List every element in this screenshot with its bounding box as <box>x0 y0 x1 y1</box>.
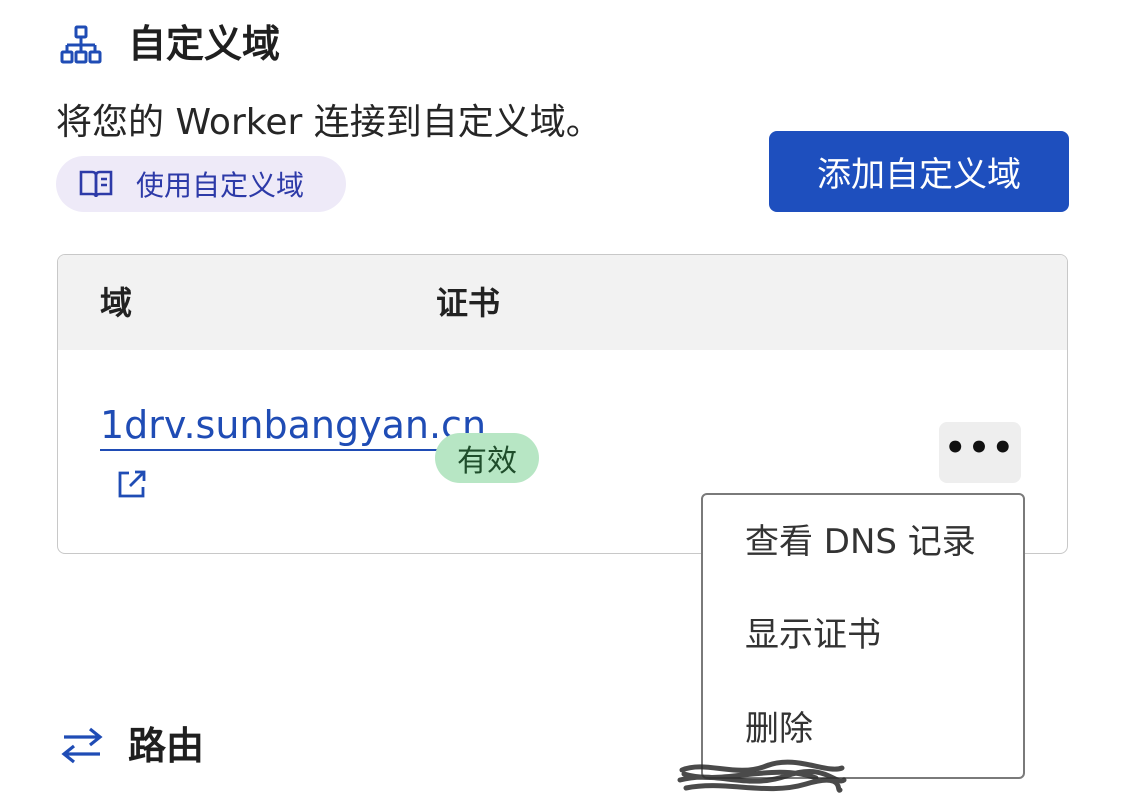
menu-item-delete[interactable]: 删除 <box>745 706 813 752</box>
add-custom-domain-button[interactable]: 添加自定义域 <box>769 131 1069 212</box>
certificate-status-badge: 有效 <box>435 433 539 483</box>
domain-link[interactable]: 1drv.sunbangyan.cn <box>100 401 487 451</box>
redaction-scribble <box>677 759 847 793</box>
column-header-domain: 域 <box>100 284 133 322</box>
column-header-certificate: 证书 <box>436 284 501 322</box>
network-tree-icon <box>60 25 102 64</box>
row-actions-button[interactable]: ••• <box>939 422 1021 483</box>
custom-domains-heading: 自定义域 <box>128 22 281 66</box>
docs-link-label: 使用自定义域 <box>136 169 305 202</box>
more-horizontal-icon: ••• <box>944 427 1016 468</box>
custom-domains-description: 将您的 Worker 连接到自定义域。 <box>56 102 602 143</box>
menu-item-view-dns-records[interactable]: 查看 DNS 记录 <box>745 519 976 565</box>
table-header: 域 证书 <box>58 255 1067 350</box>
arrows-left-right-icon <box>61 727 103 764</box>
book-icon <box>79 170 113 198</box>
external-link-icon[interactable] <box>115 467 149 501</box>
row-actions-menu: 查看 DNS 记录 显示证书 删除 <box>701 493 1025 779</box>
routes-heading: 路由 <box>128 724 205 768</box>
menu-item-show-certificate[interactable]: 显示证书 <box>745 612 881 658</box>
use-custom-domains-docs-link[interactable]: 使用自定义域 <box>56 156 346 212</box>
